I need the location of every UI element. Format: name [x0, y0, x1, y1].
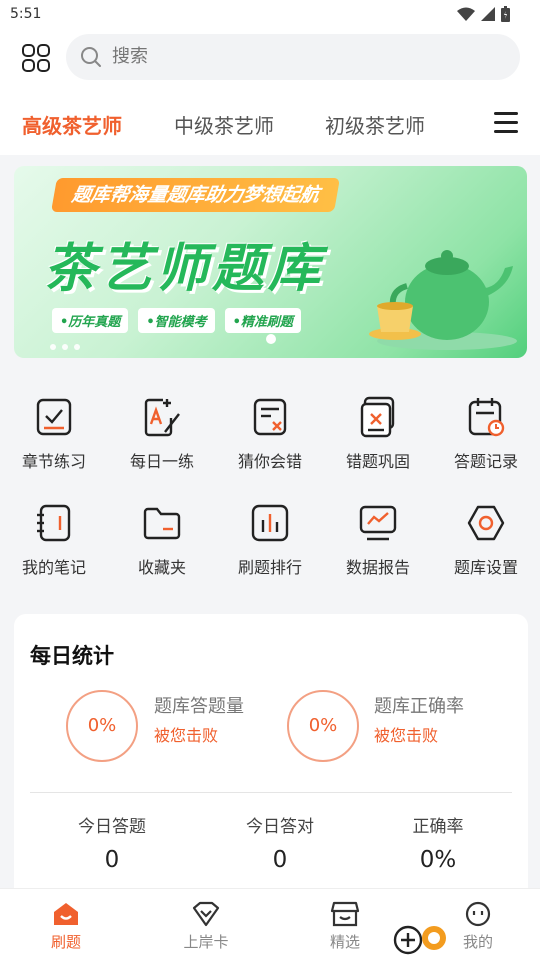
accuracy-sub: 被您击败 [374, 726, 439, 745]
tab-label: 上岸卡 [183, 933, 229, 951]
wrong-questions-icon [360, 396, 395, 438]
favorites-icon [143, 507, 181, 540]
ranking-icon [251, 504, 289, 542]
data-report-icon [359, 505, 397, 541]
home-icon [54, 903, 78, 925]
teapot-illustration [369, 250, 517, 350]
banner-chip: •历年真题 [52, 308, 129, 333]
stat-value: 0% [419, 847, 457, 873]
answer-record-icon [468, 398, 505, 437]
answer-volume-ring: 0% [66, 690, 138, 762]
battery-icon [501, 6, 510, 22]
stat-today-answered: 今日答题 0 [42, 812, 182, 873]
top-bar: 高级茶艺师 中级茶艺师 初级茶艺师 [0, 30, 540, 155]
status-time: 5:51 [10, 6, 42, 22]
status-icons [457, 6, 510, 22]
settings-icon [467, 505, 505, 541]
tab-junior[interactable]: 初级茶艺师 [325, 110, 425, 139]
bottom-tab-bar: 刷题 上岸卡 精选 我的 [0, 888, 540, 960]
answer-volume-sub: 被您击败 [154, 726, 219, 745]
diamond-card-icon [192, 901, 220, 927]
feature-settings[interactable]: 题库设置 [432, 502, 540, 578]
accuracy-label: 题库正确率 [374, 696, 464, 717]
tab-practice[interactable]: 刷题 [26, 901, 106, 952]
search-bar[interactable] [66, 34, 520, 80]
search-icon [81, 47, 101, 67]
feature-label: 错题巩固 [345, 452, 410, 471]
divider [30, 792, 512, 793]
feature-answer-record[interactable]: 答题记录 [432, 396, 540, 472]
status-bar: 5:51 [0, 0, 540, 30]
chapter-practice-icon [36, 398, 72, 436]
menu-icon[interactable] [494, 112, 518, 134]
guess-wrong-icon [253, 398, 287, 436]
stat-accuracy: 正确率 0% [368, 812, 508, 873]
feature-wrong-questions[interactable]: 错题巩固 [324, 396, 432, 472]
answer-volume-label: 题库答题量 [154, 696, 244, 717]
feature-label: 我的笔记 [21, 558, 86, 577]
stat-label: 今日答题 [78, 817, 146, 837]
feature-notes[interactable]: 我的笔记 [0, 502, 108, 578]
feature-ranking[interactable]: 刷题排行 [216, 502, 324, 578]
feature-label: 刷题排行 [237, 558, 302, 577]
notes-icon [37, 504, 71, 542]
apps-grid-icon[interactable] [20, 42, 52, 74]
stats-title: 每日统计 [30, 644, 114, 668]
feature-data-report[interactable]: 数据报告 [324, 502, 432, 578]
stat-label: 今日答对 [246, 817, 314, 837]
stat-today-correct: 今日答对 0 [210, 812, 350, 873]
feature-label: 答题记录 [453, 452, 518, 471]
feature-daily-practice[interactable]: 每日一练 [108, 396, 216, 472]
feature-label: 猜你会错 [237, 452, 302, 471]
accuracy-ring: 0% [287, 690, 359, 762]
banner-chip: •智能模考 [138, 308, 215, 333]
feature-label: 收藏夹 [137, 558, 186, 577]
promo-banner[interactable]: 题库帮海量题库助力梦想起航 茶艺师题库 •历年真题 •智能模考 •精准刷题 [14, 166, 527, 358]
tab-label: 精选 [329, 933, 360, 951]
daily-stats-card: 每日统计 0% 题库答题量 被您击败 0% 题库正确率 被您击败 今日答题 0 … [14, 614, 528, 904]
feature-label: 数据报告 [345, 558, 410, 577]
level-tabs: 高级茶艺师 中级茶艺师 初级茶艺师 [0, 110, 540, 146]
tab-shore-card[interactable]: 上岸卡 [166, 901, 246, 952]
daily-practice-icon [144, 398, 180, 437]
feature-label: 章节练习 [21, 452, 86, 471]
wifi-icon [457, 7, 475, 21]
banner-tagline: 题库帮海量题库助力梦想起航 [51, 178, 341, 212]
feature-grid: 章节练习 每日一练 猜你会错 错题巩固 答题记录 我的笔记 收藏夹 刷题排行 数… [0, 378, 540, 598]
feature-guess-wrong[interactable]: 猜你会错 [216, 396, 324, 472]
tab-senior[interactable]: 高级茶艺师 [22, 110, 122, 139]
stat-value: 0 [272, 847, 288, 873]
stat-label: 正确率 [412, 817, 464, 837]
profile-icon [465, 901, 491, 927]
feature-label: 每日一练 [129, 452, 194, 471]
banner-title: 茶艺师题库 [44, 239, 325, 299]
carousel-dots [50, 344, 80, 350]
banner-chips: •历年真题 •智能模考 •精准刷题 [52, 308, 301, 333]
banner-chip: •精准刷题 [224, 308, 301, 333]
feature-chapter-practice[interactable]: 章节练习 [0, 396, 108, 472]
tab-label: 刷题 [50, 933, 81, 951]
tab-intermediate[interactable]: 中级茶艺师 [174, 110, 274, 139]
tab-featured[interactable]: 精选 [305, 901, 385, 952]
feature-favorites[interactable]: 收藏夹 [108, 502, 216, 578]
store-icon [330, 901, 360, 927]
signal-icon [481, 7, 495, 21]
stat-value: 0 [104, 847, 120, 873]
watermark-logo [393, 925, 446, 955]
carousel-indicator [266, 334, 276, 344]
feature-label: 题库设置 [453, 558, 518, 577]
search-input[interactable] [112, 46, 492, 67]
